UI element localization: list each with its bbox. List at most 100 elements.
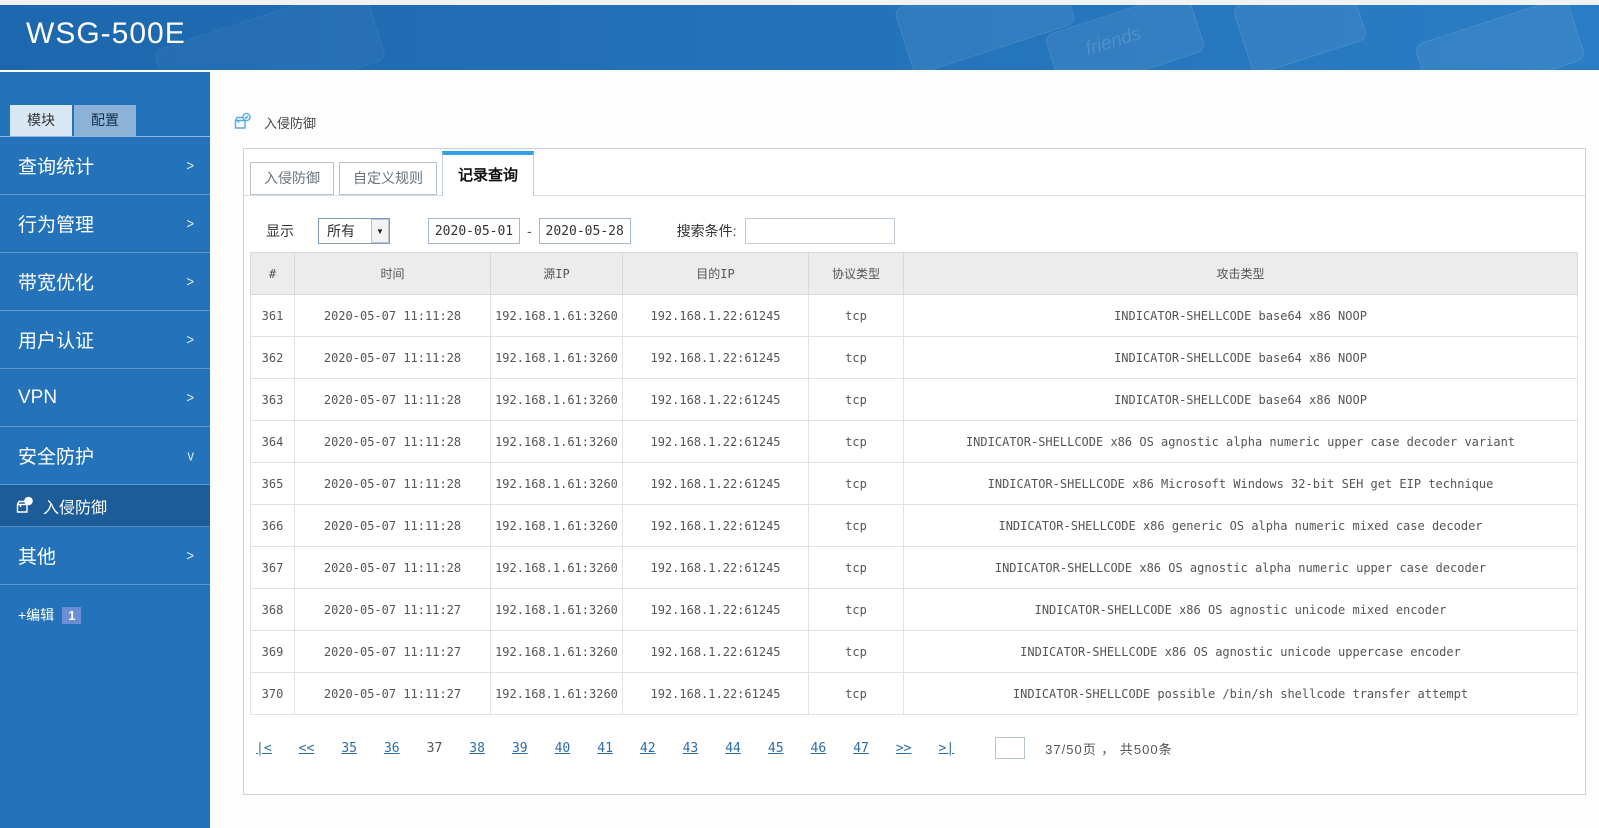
page-link-46[interactable]: 46: [811, 741, 827, 756]
table-row: 361 2020-05-07 11:11:28 192.168.1.61:3260 1…: [250, 294, 1578, 337]
page-link-41[interactable]: 41: [597, 741, 613, 756]
date-range-separator: -: [527, 223, 532, 239]
page-number-input[interactable]: [995, 737, 1026, 759]
sidebar-item-4[interactable]: VPN >: [0, 369, 210, 427]
table-cell: INDICATOR-SHELLCODE x86 generic OS alpha…: [903, 504, 1578, 547]
table-cell: INDICATOR-SHELLCODE x86 Microsoft Window…: [903, 462, 1578, 505]
column-header: 时间: [294, 252, 491, 295]
sidebar-tab-0[interactable]: 模块: [10, 105, 72, 136]
table-cell: tcp: [808, 462, 904, 505]
display-filter-value: 所有: [327, 223, 355, 239]
page-link-43[interactable]: 43: [683, 741, 699, 756]
pagination: |< << 35 36 37 38 39 40 41 42 43 44 45 46 47 >> >| 37/50…: [256, 737, 1585, 759]
column-header: #: [250, 252, 295, 295]
page-first-link[interactable]: |<: [256, 741, 272, 756]
chevron-icon: >: [186, 273, 194, 290]
sidebar-item-5[interactable]: 安全防护 v: [0, 427, 210, 485]
display-filter-select[interactable]: 所有 ▼: [318, 218, 390, 244]
chevron-icon: >: [186, 331, 194, 348]
column-header: 目的IP: [622, 252, 809, 295]
table-cell: INDICATOR-SHELLCODE x86 OS agnostic unic…: [903, 588, 1578, 631]
table-cell: 192.168.1.61:3260: [490, 336, 623, 379]
sidebar-tab-1[interactable]: 配置: [74, 105, 136, 136]
table-cell: 2020-05-07 11:11:28: [294, 420, 491, 463]
page-link-44[interactable]: 44: [725, 741, 741, 756]
table-cell: 192.168.1.22:61245: [622, 672, 809, 715]
table-cell: 192.168.1.22:61245: [622, 504, 809, 547]
table-cell: 369: [250, 630, 295, 673]
sidebar-item-3[interactable]: 用户认证 >: [0, 311, 210, 369]
page-link-47[interactable]: 47: [853, 741, 869, 756]
sidebar-item-label: 带宽优化: [18, 273, 95, 294]
table-cell: 192.168.1.61:3260: [490, 462, 623, 505]
table-cell: INDICATOR-SHELLCODE x86 OS agnostic unic…: [903, 630, 1578, 673]
pagination-links: |< << 35 36 37 38 39 40 41 42 43 44 45 46 47 >> >|: [256, 741, 981, 756]
search-input[interactable]: [744, 218, 895, 244]
table-cell: 192.168.1.61:3260: [490, 546, 623, 589]
table-cell: 192.168.1.22:61245: [622, 378, 809, 421]
keyboard-key-decoration: [1413, 5, 1587, 70]
table-cell: 192.168.1.61:3260: [490, 294, 623, 337]
table-cell: INDICATOR-SHELLCODE possible /bin/sh she…: [903, 672, 1578, 715]
keyboard-key-decoration: [1231, 5, 1369, 70]
sidebar-item-2[interactable]: 带宽优化 >: [0, 253, 210, 311]
chevron-icon: >: [186, 547, 194, 564]
table-cell: 192.168.1.61:3260: [490, 504, 623, 547]
page-link-38[interactable]: 38: [469, 741, 485, 756]
table-cell: tcp: [808, 546, 904, 589]
intrusion-icon: [232, 112, 252, 132]
keyboard-key-decoration: [153, 5, 387, 70]
table-cell: 367: [250, 546, 295, 589]
tab-2[interactable]: 记录查询: [442, 151, 535, 196]
chevron-icon: >: [186, 389, 194, 406]
table-cell: tcp: [808, 630, 904, 673]
edit-count-badge: 1: [62, 606, 82, 624]
keyboard-key-decoration: [1043, 5, 1207, 70]
page-link-36[interactable]: 36: [384, 741, 400, 756]
sidebar-item-label: VPN: [18, 386, 58, 408]
table-cell: INDICATOR-SHELLCODE base64 x86 NOOP: [903, 378, 1578, 421]
table-row: 368 2020-05-07 11:11:27 192.168.1.61:3260 1…: [250, 588, 1578, 631]
tab-1[interactable]: 自定义规则: [339, 162, 437, 195]
sidebar-item-0[interactable]: 查询统计 >: [0, 137, 210, 195]
date-to-input[interactable]: [538, 218, 631, 244]
page-link-40[interactable]: 40: [555, 741, 571, 756]
table-cell: tcp: [808, 336, 904, 379]
sidebar-item-label: 安全防护: [18, 447, 95, 468]
sidebar-item-intrusion[interactable]: 入侵防御: [0, 485, 210, 527]
page-link-45[interactable]: 45: [768, 741, 784, 756]
column-header: 源IP: [490, 252, 623, 295]
sidebar-item-1[interactable]: 行为管理 >: [0, 195, 210, 253]
sidebar-edit-row[interactable]: +编辑 1: [18, 605, 210, 625]
table-cell: 368: [250, 588, 295, 631]
table-cell: 2020-05-07 11:11:27: [294, 588, 491, 631]
edit-link[interactable]: +编辑: [18, 605, 54, 625]
table-cell: 192.168.1.61:3260: [490, 420, 623, 463]
column-header: 协议类型: [808, 252, 904, 295]
tab-0[interactable]: 入侵防御: [250, 162, 334, 195]
page-current: 37: [426, 740, 443, 756]
page-link-42[interactable]: 42: [640, 741, 656, 756]
page-prev-link[interactable]: <<: [299, 741, 315, 756]
sidebar-item-7[interactable]: 其他 >: [0, 527, 210, 585]
table-cell: 192.168.1.22:61245: [622, 630, 809, 673]
table-cell: 370: [250, 672, 295, 715]
search-label: 搜索条件:: [676, 223, 737, 239]
chevron-icon: v: [187, 447, 195, 464]
sidebar-item-label: 行为管理: [18, 215, 95, 236]
content-panel: 入侵防御自定义规则记录查询 显示 所有 ▼ - 搜索条件: #时间源IP目的IP…: [243, 148, 1586, 795]
keyboard-photo-decoration: friends: [0, 5, 1599, 70]
table-cell: 192.168.1.61:3260: [490, 588, 623, 631]
pagination-summary: 37/50页 ， 共500条: [1045, 741, 1173, 757]
date-from-input[interactable]: [428, 218, 520, 244]
tab-bar: 入侵防御 自定义规则 记录查询: [244, 149, 1585, 196]
table-cell: 192.168.1.61:3260: [490, 672, 623, 715]
page-last-link[interactable]: >|: [939, 741, 955, 756]
table-row: 362 2020-05-07 11:11:28 192.168.1.61:3260 1…: [250, 336, 1578, 379]
page-link-39[interactable]: 39: [512, 741, 528, 756]
page-link-35[interactable]: 35: [341, 741, 357, 756]
log-table: # 时间 源IP 目的IP 协议类型 攻击类型 361 2020-05-07 11:11:2…: [250, 252, 1578, 715]
page-next-link[interactable]: >>: [896, 741, 912, 756]
breadcrumb-label: 入侵防御: [264, 115, 317, 131]
table-cell: 2020-05-07 11:11:28: [294, 546, 491, 589]
